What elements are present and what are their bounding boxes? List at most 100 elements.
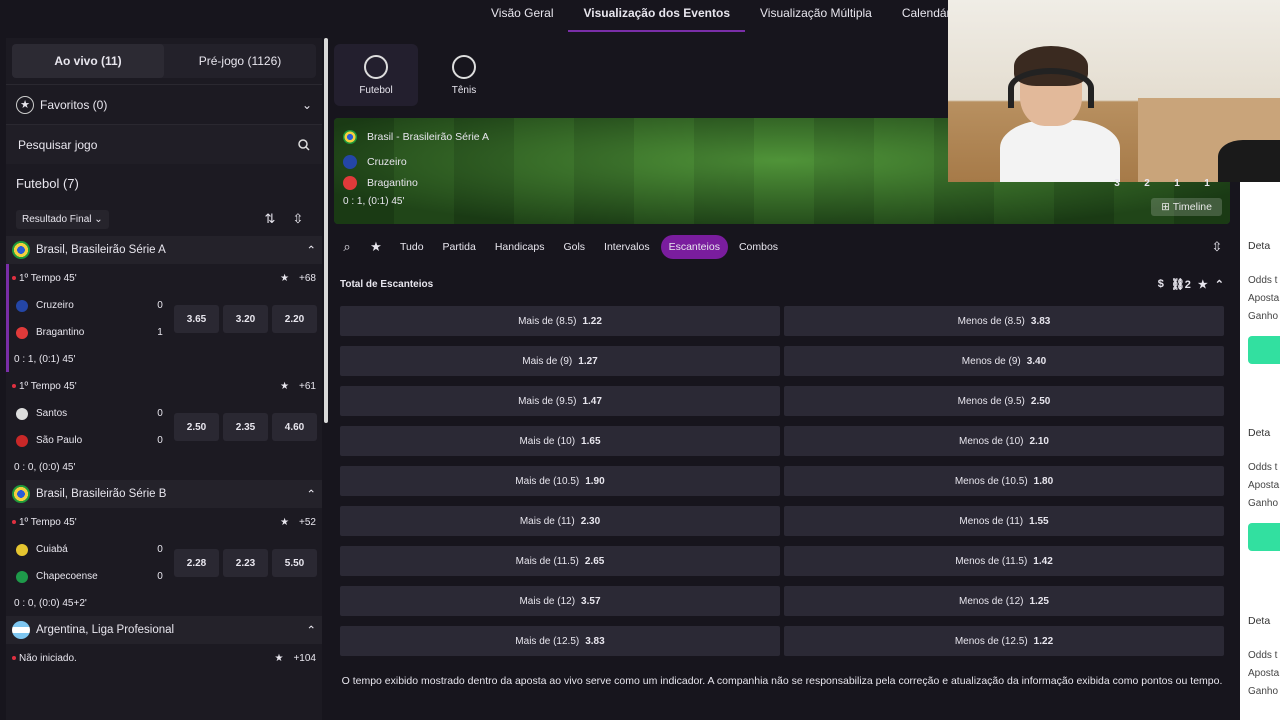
filter-tab-match[interactable]: Partida	[435, 235, 484, 259]
prematch-tab[interactable]: Pré-jogo (1126)	[164, 44, 316, 78]
star-icon[interactable]: ★	[275, 653, 284, 664]
app-root: Visão Geral Visualização dos Eventos Vis…	[0, 0, 1280, 720]
star-icon[interactable]: ★	[280, 381, 289, 392]
more-markets-count[interactable]: +61	[299, 381, 316, 392]
live-dot-icon	[12, 384, 16, 388]
filter-tab-all[interactable]: Tudo	[392, 235, 432, 259]
match-item[interactable]: 1º Tempo 45' ★ +68 Cruzeiro 0 Bragantino 1…	[6, 264, 322, 372]
odd-draw-button[interactable]: 2.35	[223, 413, 268, 441]
league-header[interactable]: Brasil, Brasileirão Série B ⌃	[6, 480, 322, 508]
over-odd-button[interactable]: Mais de (9.5) 1.47	[340, 386, 780, 416]
under-odd-button[interactable]: Menos de (8.5) 3.83	[784, 306, 1224, 336]
odd-home-button[interactable]: 2.28	[174, 549, 219, 577]
over-odd-button[interactable]: Mais de (8.5) 1.22	[340, 306, 780, 336]
details-label[interactable]: Deta	[1248, 615, 1280, 627]
bet-slip-block: Deta Odds t Aposta Ganho	[1248, 427, 1280, 551]
odd-draw-button[interactable]: 2.23	[223, 549, 268, 577]
over-odd-button[interactable]: Mais de (11.5) 2.65	[340, 546, 780, 576]
under-odd-button[interactable]: Menos de (11) 1.55	[784, 506, 1224, 536]
over-odd-button[interactable]: Mais de (10) 1.65	[340, 426, 780, 456]
over-odd-button[interactable]: Mais de (12) 3.57	[340, 586, 780, 616]
home-team: Santos	[36, 408, 68, 419]
sort-icon[interactable]: ⇅	[256, 211, 284, 227]
under-odd-button[interactable]: Menos de (9) 3.40	[784, 346, 1224, 376]
favorites-label: Favoritos (0)	[40, 97, 108, 112]
filter-tab-combos[interactable]: Combos	[731, 235, 786, 259]
headphones-icon	[1008, 68, 1094, 108]
tab-event-view[interactable]: Visualização dos Eventos	[568, 0, 745, 32]
match-item[interactable]: 1º Tempo 45' ★ +61 Santos 0 São Paulo 0 2.…	[6, 372, 322, 480]
more-markets-count[interactable]: +68	[299, 273, 316, 284]
under-odd-button[interactable]: Menos de (10.5) 1.80	[784, 466, 1224, 496]
odd-home-button[interactable]: 3.65	[174, 305, 219, 333]
sidebar-scrollbar[interactable]	[324, 38, 328, 423]
search-icon[interactable]: ⌕	[334, 239, 360, 255]
star-icon[interactable]: ★	[280, 517, 289, 528]
over-odd-button[interactable]: Mais de (12.5) 3.83	[340, 626, 780, 656]
over-odd-button[interactable]: Mais de (10.5) 1.90	[340, 466, 780, 496]
match-item[interactable]: Não iniciado. ★ +104	[6, 644, 322, 672]
over-odd-button[interactable]: Mais de (11) 2.30	[340, 506, 780, 536]
place-bet-button[interactable]	[1248, 523, 1280, 551]
under-odd-button[interactable]: Menos de (12.5) 1.22	[784, 626, 1224, 656]
live-tab[interactable]: Ao vivo (11)	[12, 44, 164, 78]
filter-tab-intervals[interactable]: Intervalos	[596, 235, 658, 259]
event-view: Futebol Tênis Brasil - Brasileirão Série…	[334, 38, 1230, 720]
sport-tennis-button[interactable]: Tênis	[422, 44, 506, 106]
league-header[interactable]: Brasil, Brasileirão Série A ⌃	[6, 236, 322, 264]
league-header[interactable]: Argentina, Liga Profesional ⌃	[6, 616, 322, 644]
star-icon[interactable]: ★	[1198, 278, 1208, 291]
match-time: Não iniciado.	[19, 652, 77, 664]
place-bet-button[interactable]	[1248, 336, 1280, 364]
odd-away-button[interactable]: 4.60	[272, 413, 317, 441]
chevron-down-icon: ⌄	[301, 97, 312, 112]
league-name: Argentina, Liga Profesional	[36, 624, 175, 636]
odd-home-button[interactable]: 2.50	[174, 413, 219, 441]
result-filter-dropdown[interactable]: Resultado Final ⌄	[16, 209, 109, 229]
odd-draw-button[interactable]: 3.20	[223, 305, 268, 333]
timeline-label: Timeline	[1172, 201, 1212, 213]
away-team: Chapecoense	[36, 571, 98, 582]
live-dot-icon	[12, 520, 16, 524]
chevron-up-icon[interactable]: ⌃	[1215, 278, 1224, 291]
away-score: 1	[157, 327, 163, 338]
home-score: 0	[157, 408, 163, 419]
sport-title: Futebol (7)	[16, 175, 79, 191]
details-label[interactable]: Deta	[1248, 240, 1280, 252]
odd-away-button[interactable]: 2.20	[272, 305, 317, 333]
more-markets-count[interactable]: +52	[299, 517, 316, 528]
match-item[interactable]: 1º Tempo 45' ★ +52 Cuiabá 0 Chapecoense 0 …	[6, 508, 322, 616]
over-odd-button[interactable]: Mais de (9) 1.27	[340, 346, 780, 376]
odds-row: Mais de (9.5) 1.47 Menos de (9.5) 2.50	[340, 386, 1224, 416]
collapse-all-icon[interactable]: ⇳	[284, 211, 312, 227]
favorites-row[interactable]: ★ Favoritos (0) ⌄	[6, 84, 322, 124]
sport-football-button[interactable]: Futebol	[334, 44, 418, 106]
link-icon[interactable]: ⛓2	[1171, 278, 1191, 291]
tab-multi-view[interactable]: Visualização Múltipla	[745, 0, 887, 32]
league-name: Brasil, Brasileirão Série B	[36, 488, 167, 500]
timeline-button[interactable]: ⊞ Timeline	[1151, 198, 1222, 216]
filter-tab-handicaps[interactable]: Handicaps	[487, 235, 553, 259]
odd-away-button[interactable]: 5.50	[272, 549, 317, 577]
search-game-input[interactable]: Pesquisar jogo	[6, 124, 322, 164]
filter-tab-corners[interactable]: Escanteios	[660, 235, 728, 259]
market-header[interactable]: Total de Escanteios $ ⛓2 ★ ⌃	[340, 274, 1224, 294]
star-icon[interactable]: ★	[363, 239, 389, 255]
under-odd-button[interactable]: Menos de (10) 2.10	[784, 426, 1224, 456]
chevron-up-icon[interactable]: ⌃	[306, 243, 316, 257]
collapse-all-icon[interactable]: ⇳	[1204, 239, 1230, 255]
chapecoense-crest-icon	[16, 570, 28, 583]
dollar-icon[interactable]: $	[1158, 278, 1164, 290]
under-odd-button[interactable]: Menos de (12) 1.25	[784, 586, 1224, 616]
home-score: 0	[157, 544, 163, 555]
under-odd-button[interactable]: Menos de (9.5) 2.50	[784, 386, 1224, 416]
star-icon[interactable]: ★	[280, 273, 289, 284]
chevron-up-icon[interactable]: ⌃	[306, 623, 316, 637]
chevron-up-icon[interactable]: ⌃	[306, 487, 316, 501]
filter-tab-goals[interactable]: Gols	[555, 235, 593, 259]
tab-overview[interactable]: Visão Geral	[476, 0, 568, 32]
under-odd-button[interactable]: Menos de (11.5) 1.42	[784, 546, 1224, 576]
live-prematch-toggle: Ao vivo (11) Pré-jogo (1126)	[12, 44, 316, 78]
details-label[interactable]: Deta	[1248, 427, 1280, 439]
more-markets-count[interactable]: +104	[293, 653, 316, 664]
